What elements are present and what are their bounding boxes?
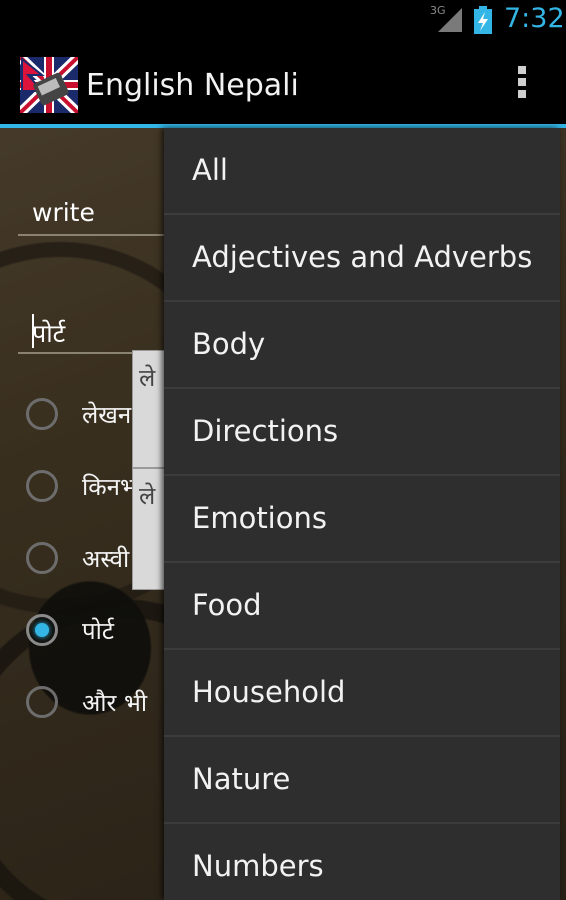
status-bar: 3G 7:32: [0, 0, 566, 40]
answer-option-label: और भी: [82, 689, 148, 717]
dropdown-item-emotions[interactable]: Emotions: [164, 476, 560, 563]
dropdown-item-label: Numbers: [192, 849, 324, 883]
dropdown-item-label: Adjectives and Adverbs: [192, 240, 533, 274]
popup-suggestion[interactable]: ले: [132, 468, 166, 590]
english-word-text: write: [32, 198, 95, 227]
answer-option-5[interactable]: और भी: [26, 682, 166, 722]
signal-icon: [438, 8, 462, 32]
overflow-menu-icon[interactable]: [510, 66, 534, 106]
radio-button[interactable]: [26, 542, 58, 574]
dropdown-item-label: Body: [192, 327, 266, 361]
dropdown-item-all[interactable]: All: [164, 128, 560, 215]
battery-charging-icon: [474, 6, 492, 34]
clock: 7:32: [504, 3, 565, 34]
radio-button[interactable]: [26, 398, 58, 430]
dropdown-item-numbers[interactable]: Numbers: [164, 824, 560, 900]
dropdown-item-adjectives-and-adverbs[interactable]: Adjectives and Adverbs: [164, 215, 560, 302]
dropdown-item-label: Directions: [192, 414, 339, 448]
answer-option-4[interactable]: पोर्ट: [26, 610, 166, 650]
dropdown-item-household[interactable]: Household: [164, 650, 560, 737]
nepali-word-input[interactable]: पोर्ट: [18, 294, 164, 354]
popup-suggestion-text: ले: [139, 482, 156, 510]
dropdown-item-body[interactable]: Body: [164, 302, 560, 389]
answer-option-label: अस्वी: [82, 545, 130, 573]
radio-button-selected[interactable]: [26, 614, 58, 646]
answer-option-label: पोर्ट: [82, 617, 114, 645]
english-word-input[interactable]: write: [18, 176, 164, 236]
radio-button[interactable]: [26, 686, 58, 718]
app-title: English Nepali: [86, 68, 299, 103]
dropdown-item-food[interactable]: Food: [164, 563, 560, 650]
dropdown-item-label: Emotions: [192, 501, 327, 535]
action-bar: English Nepali: [0, 40, 566, 126]
flag-translator-icon[interactable]: [20, 57, 78, 113]
dropdown-item-label: All: [192, 153, 228, 187]
dropdown-item-nature[interactable]: Nature: [164, 737, 560, 824]
answer-option-label: लेखन: [82, 401, 132, 429]
dropdown-item-directions[interactable]: Directions: [164, 389, 560, 476]
category-dropdown: All Adjectives and Adverbs Body Directio…: [164, 128, 560, 900]
radio-button[interactable]: [26, 470, 58, 502]
dropdown-item-label: Food: [192, 588, 262, 622]
dropdown-item-label: Household: [192, 675, 346, 709]
popup-suggestion[interactable]: ले: [132, 350, 166, 468]
nepali-word-text: पोर्ट: [32, 319, 66, 348]
dropdown-item-label: Nature: [192, 762, 291, 796]
answer-option-label: किनभ: [82, 473, 137, 501]
popup-suggestion-text: ले: [139, 364, 156, 392]
